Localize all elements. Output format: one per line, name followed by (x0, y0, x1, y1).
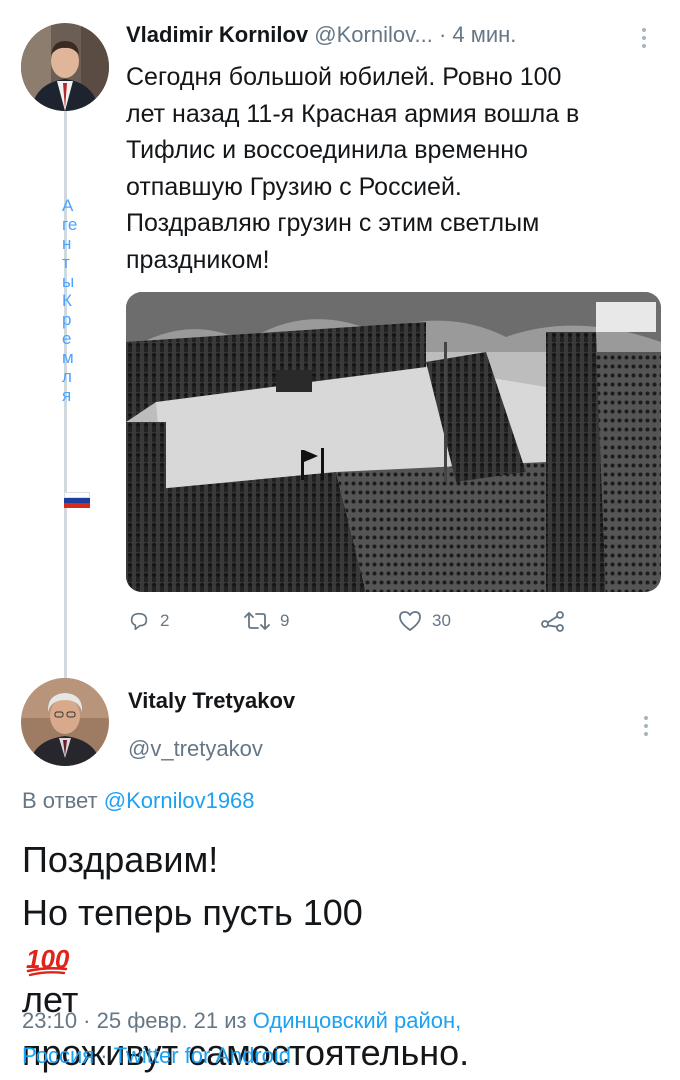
tweet-meta: 23:10 · 25 февр. 21 из Одинцовский район… (22, 1003, 662, 1073)
tweet-text: Сегодня большой юбилей. Ровно 100 лет на… (126, 63, 580, 274)
meta-separator: · (100, 1043, 108, 1068)
timestamp[interactable]: 23:10 · 25 февр. 21 из (22, 1008, 247, 1033)
share-icon (541, 611, 564, 632)
tweet-photo-parade[interactable] (126, 292, 661, 592)
tweet-actions: 2 9 30 (126, 610, 666, 640)
reply-context: В ответ @Kornilov1968 (22, 788, 255, 813)
russian-flag-icon (64, 492, 90, 508)
location-link-continued[interactable]: Россия (22, 1043, 94, 1068)
watermark-text: А ге н т ы К р е м л я (62, 196, 78, 405)
display-name[interactable]: Vladimir Kornilov (126, 22, 308, 47)
share-button[interactable] (540, 610, 566, 632)
like-button[interactable]: 30 (398, 610, 451, 632)
timestamp[interactable]: · 4 мин. (439, 22, 516, 47)
tweet-header: Vladimir Kornilov @Kornilov... · 4 мин. (126, 22, 516, 48)
reply-icon (130, 612, 148, 631)
avatar-vitaly-tretyakov[interactable] (21, 678, 109, 766)
retweet-button[interactable]: 9 (244, 610, 289, 632)
location-link[interactable]: Одинцовский район, (253, 1008, 462, 1033)
heart-icon (399, 611, 421, 631)
retweet-icon (244, 612, 270, 630)
reply-button[interactable]: 2 (128, 610, 169, 632)
handle[interactable]: @v_tretyakov (128, 736, 263, 762)
avatar-vladimir-kornilov[interactable] (21, 23, 109, 111)
handle[interactable]: @Kornilov... (314, 22, 433, 47)
reply-to-mention-link[interactable]: @Kornilov1968 (104, 788, 255, 813)
display-name[interactable]: Vitaly Tretyakov (128, 688, 295, 714)
hundred-points-emoji-icon: 💯 100 (22, 939, 70, 977)
more-options-icon[interactable] (642, 24, 646, 52)
client-link[interactable]: Twitter for Android (114, 1043, 291, 1068)
more-options-icon[interactable] (644, 712, 648, 740)
